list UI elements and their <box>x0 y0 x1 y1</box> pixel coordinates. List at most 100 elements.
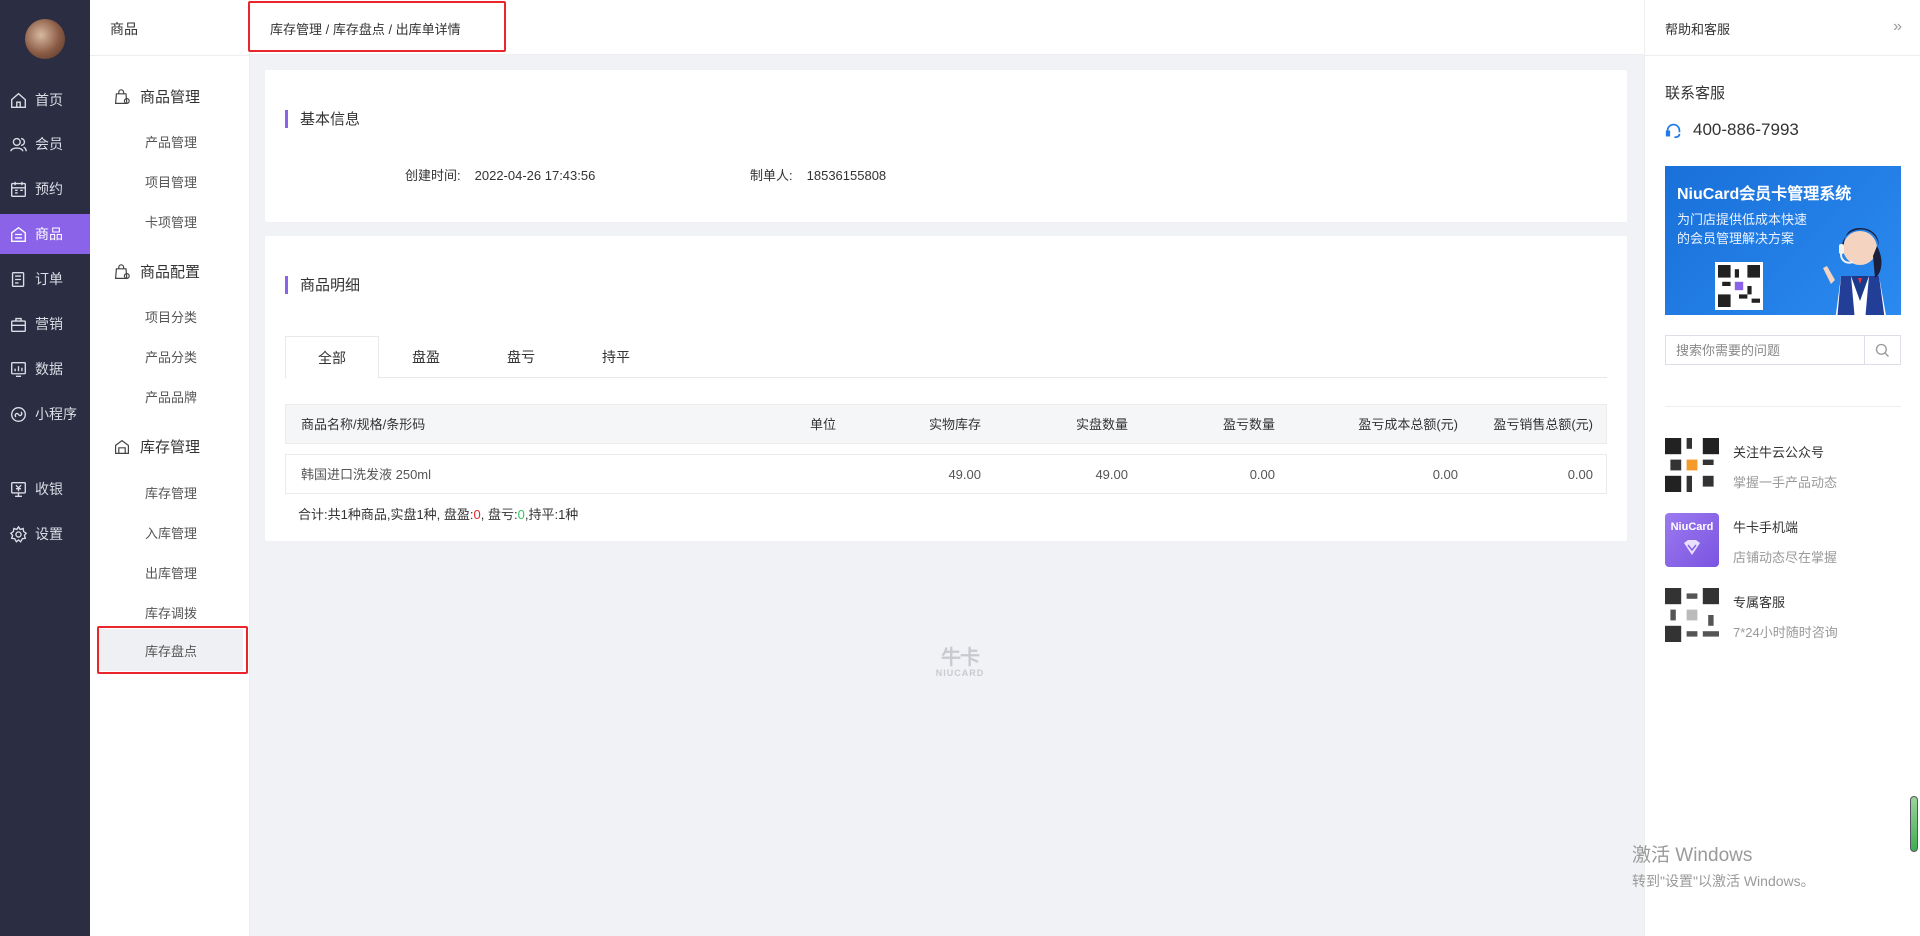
divider <box>1645 55 1920 56</box>
shopping-bag-icon <box>114 263 130 279</box>
scroll-indicator[interactable] <box>1910 796 1918 852</box>
tab-all[interactable]: 全部 <box>285 336 379 379</box>
table-cell: 0.00 <box>1432 467 1458 482</box>
created-time: 创建时间: 2022-04-26 17:43:56 <box>405 165 595 184</box>
qr-code-image <box>1715 262 1763 310</box>
chart-icon <box>11 361 26 377</box>
table-cell: 49.00 <box>1095 467 1128 482</box>
niucard-app-icon: NiuCard <box>1665 513 1719 567</box>
miniprogram-icon <box>11 406 26 422</box>
avatar[interactable] <box>25 19 65 59</box>
help-panel: 帮助和客服 » 联系客服 400-886-7993 NiuCard会员卡管理系统… <box>1644 0 1920 936</box>
table-cell: 0.00 <box>1249 467 1275 482</box>
gear-icon <box>10 525 27 543</box>
nav-item-goods[interactable]: 商品 <box>0 214 90 254</box>
calendar-icon <box>11 181 26 197</box>
nav-label: 小程序 <box>35 406 77 422</box>
phone-contact[interactable]: 400-886-7993 <box>1665 120 1799 140</box>
niucard-watermark-logo: 牛卡 NIUCARD <box>935 647 985 678</box>
nav-item-marketing[interactable]: 营销 <box>0 304 90 344</box>
submenu-item-stock-in[interactable]: 入库管理 <box>145 523 197 542</box>
nav-label: 订单 <box>35 271 63 287</box>
tab-loss[interactable]: 盘亏 <box>474 336 568 378</box>
created-time-value: 2022-04-26 17:43:56 <box>474 168 596 183</box>
nav-label: 首页 <box>35 92 63 108</box>
submenu-item-projects[interactable]: 项目管理 <box>145 172 197 191</box>
tab-gain[interactable]: 盘盈 <box>379 336 473 378</box>
nav-item-data[interactable]: 数据 <box>0 349 90 389</box>
promo-subtitle: 掌握一手产品动态 <box>1733 475 1838 490</box>
qr-code-image <box>1665 438 1719 492</box>
headset-icon <box>1665 123 1681 138</box>
group-label: 商品配置 <box>140 264 201 281</box>
breadcrumb[interactable]: 库存管理 / 库存盘点 / 出库单详情 <box>270 19 461 38</box>
table-header: 商品名称/规格/条形码 单位 实物库存 实盘数量 盈亏数量 盈亏成本总额(元) … <box>285 404 1607 444</box>
nav-label: 收银 <box>35 481 63 497</box>
detail-table: 商品名称/规格/条形码 单位 实物库存 实盘数量 盈亏数量 盈亏成本总额(元) … <box>285 404 1607 494</box>
banner-title: NiuCard会员卡管理系统 <box>1677 186 1852 203</box>
warehouse-icon <box>115 439 129 454</box>
column-header: 实盘数量 <box>1075 417 1128 432</box>
group-label: 库存管理 <box>140 439 201 456</box>
nav-item-miniprogram[interactable]: 小程序 <box>0 394 90 434</box>
users-icon <box>10 137 27 152</box>
submenu-item-inventory-management[interactable]: 库存管理 <box>145 483 197 502</box>
promo-wechat-official[interactable]: 关注牛云公众号 掌握一手产品动态 <box>1665 438 1837 492</box>
submenu-item-project-category[interactable]: 项目分类 <box>145 307 197 326</box>
nav-item-home[interactable]: 首页 <box>0 80 90 120</box>
submenu-item-products[interactable]: 产品管理 <box>145 132 197 151</box>
submenu-item-product-category[interactable]: 产品分类 <box>145 347 197 366</box>
nav-label: 商品 <box>35 226 63 242</box>
nav-label: 预约 <box>35 181 63 197</box>
table-cell: 0.00 <box>1567 467 1593 482</box>
submenu-item-cards[interactable]: 卡项管理 <box>145 212 197 231</box>
banner-subtitle: 为门店提供低成本快速的会员管理解决方案 <box>1677 212 1808 246</box>
shopping-bag-icon <box>114 88 130 104</box>
maker: 制单人: 18536155808 <box>750 165 886 184</box>
nav-item-members[interactable]: 会员 <box>0 124 90 164</box>
nav-item-orders[interactable]: 订单 <box>0 259 90 299</box>
submenu-title: 商品 <box>110 21 138 37</box>
column-header: 商品名称/规格/条形码 <box>301 417 426 432</box>
submenu-item-product-brand[interactable]: 产品品牌 <box>145 387 197 406</box>
table-row: 韩国进口洗发液 250ml 49.00 49.00 0.00 0.00 0.00 <box>285 454 1607 494</box>
submenu-item-stock-check[interactable]: 库存盘点 <box>98 629 243 671</box>
table-cell <box>756 455 836 495</box>
menu-group-goods-config: 商品配置 <box>114 261 200 282</box>
column-header: 盈亏销售总额(元) <box>1493 417 1593 432</box>
qr-code-image <box>1665 588 1719 642</box>
nav-label: 数据 <box>35 361 63 377</box>
submenu-item-stock-out[interactable]: 出库管理 <box>145 563 197 582</box>
store-icon <box>11 226 26 242</box>
nav-label: 营销 <box>35 316 63 332</box>
table-cell: 韩国进口洗发液 250ml <box>301 467 432 482</box>
customer-service-illustration <box>1823 228 1886 315</box>
nav-label: 会员 <box>35 136 63 152</box>
windows-activation-watermark: 激活 Windows 转到"设置"以激活 Windows。 <box>1632 845 1815 889</box>
nav-item-booking[interactable]: 预约 <box>0 169 90 209</box>
tab-even[interactable]: 持平 <box>569 336 663 378</box>
search-button[interactable] <box>1864 336 1900 364</box>
search-icon <box>1875 343 1889 357</box>
order-icon <box>11 271 25 287</box>
basic-info-card: 基本信息 创建时间: 2022-04-26 17:43:56 制单人: 185361… <box>265 70 1627 222</box>
promo-banner[interactable]: NiuCard会员卡管理系统 为门店提供低成本快速的会员管理解决方案 <box>1665 166 1901 315</box>
submenu-item-stock-transfer[interactable]: 库存调拨 <box>145 603 197 622</box>
secondary-menu: 商品 商品管理 产品管理 项目管理 卡项管理 商品配置 项目分类 产品分类 产品… <box>90 0 250 936</box>
filter-tabs: 全部 盘盈 盘亏 持平 <box>285 336 1607 379</box>
column-header: 实物库存 <box>928 417 981 432</box>
table-cell: 49.00 <box>948 467 981 482</box>
promo-dedicated-support[interactable]: 专属客服 7*24小时随时咨询 <box>1665 588 1838 642</box>
nav-item-settings[interactable]: 设置 <box>0 514 90 554</box>
help-search-input[interactable] <box>1666 336 1864 364</box>
promo-subtitle: 7*24小时随时咨询 <box>1733 625 1838 640</box>
top-header: 库存管理 / 库存盘点 / 出库单详情 <box>250 0 1644 55</box>
column-header: 单位 <box>809 417 836 432</box>
loss-count: 0 <box>517 507 525 522</box>
column-header: 盈亏成本总额(元) <box>1358 417 1458 432</box>
collapse-icon[interactable]: » <box>1893 18 1902 36</box>
promo-mobile-app[interactable]: NiuCard 牛卡手机端 店铺动态尽在掌握 <box>1665 513 1837 567</box>
menu-group-inventory: 库存管理 <box>114 436 200 457</box>
menu-group-goods-management: 商品管理 <box>114 86 200 107</box>
nav-item-cashier[interactable]: 收银 <box>0 469 90 509</box>
